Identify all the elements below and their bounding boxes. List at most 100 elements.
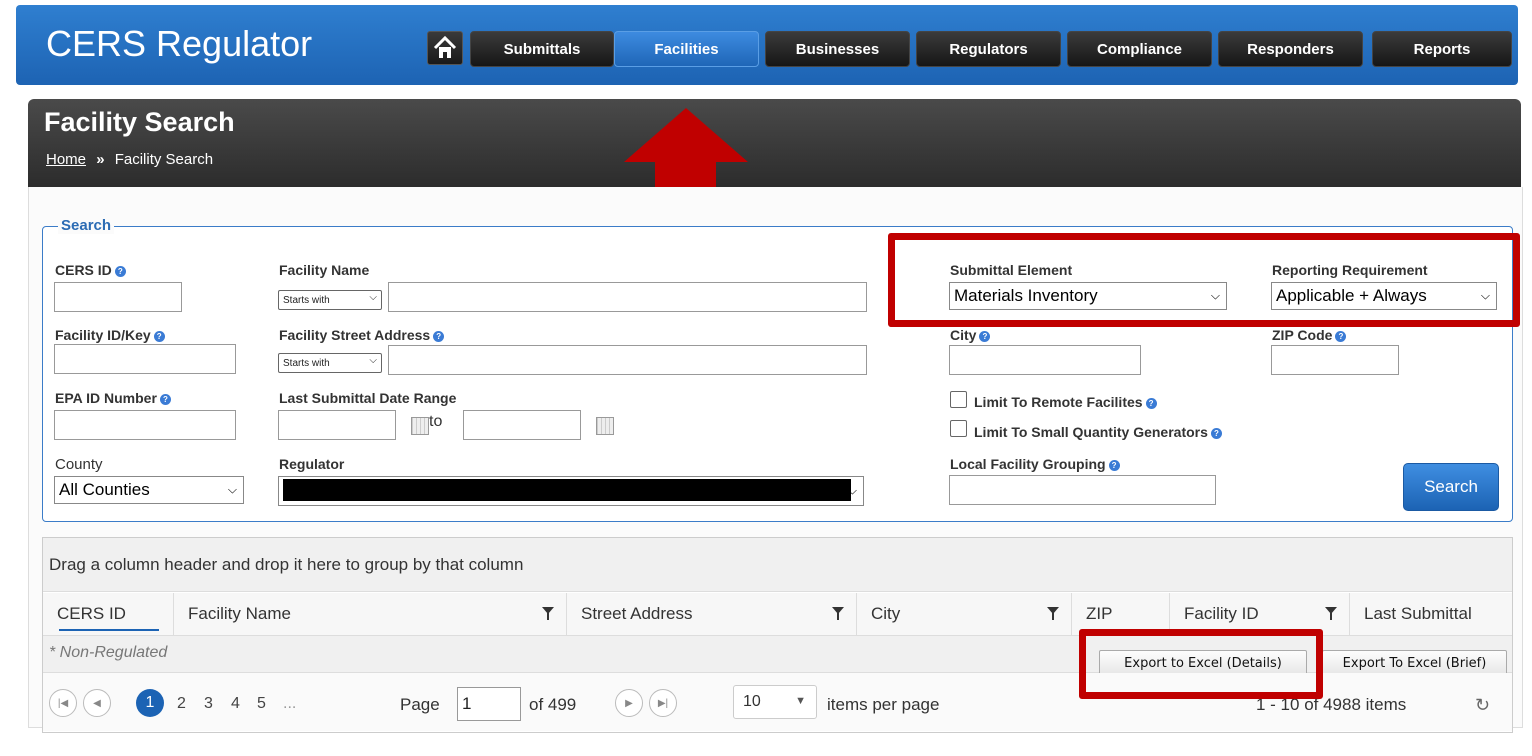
column-header-cers-id[interactable]: CERS ID [43,593,174,635]
help-icon[interactable]: ? [1145,398,1157,409]
page-label: Page [400,695,440,714]
help-icon[interactable]: ? [153,331,165,342]
column-header-facility-name[interactable]: Facility Name [174,593,567,635]
facility-name-match-select[interactable]: Starts with ⌵ [278,290,382,310]
street-address-label: Facility Street Address? [279,327,445,343]
nav-compliance[interactable]: Compliance [1067,31,1212,67]
help-icon[interactable]: ? [114,266,126,277]
page-button-active[interactable]: 1 [136,689,164,717]
column-header-label: Facility ID [1184,604,1259,623]
page-button[interactable]: 5 [257,695,266,713]
page-header: Facility Search Home » Facility Search [28,99,1521,187]
facility-key-label: Facility ID/Key? [55,327,165,343]
epa-id-label: EPA ID Number? [55,390,171,406]
search-legend: Search [58,217,115,234]
zip-code-label: ZIP Code? [1272,327,1347,343]
nav-regulators[interactable]: Regulators [916,31,1061,67]
filter-icon[interactable] [542,607,554,620]
more-pages-button[interactable]: ... [283,695,296,713]
breadcrumb-current: Facility Search [114,151,214,168]
items-per-page-select[interactable]: 10 ▼ [733,685,817,719]
column-header-city[interactable]: City [857,593,1072,635]
caret-down-icon: ▼ [795,695,806,707]
column-header-label: Last Submittal [1364,604,1472,623]
help-icon[interactable]: ? [433,331,445,342]
zip-code-input[interactable] [1271,345,1399,375]
nav-responders[interactable]: Responders [1218,31,1363,67]
facility-key-input[interactable] [54,344,236,374]
epa-id-input[interactable] [54,410,236,440]
sort-indicator [59,629,159,631]
facility-name-label: Facility Name [279,262,370,278]
remote-facilities-checkbox[interactable] [950,391,967,408]
nav-businesses[interactable]: Businesses [765,31,910,67]
top-navigation-bar: CERS Regulator Submittals Facilities Bus… [16,5,1518,85]
regulator-select[interactable]: ⌵ [278,476,864,506]
nav-facilities[interactable]: Facilities [614,31,759,67]
page-button[interactable]: 3 [204,695,213,713]
column-header-label: Facility Name [188,604,291,623]
calendar-icon[interactable] [411,417,429,435]
date-from-input[interactable] [278,410,396,440]
app-logo[interactable]: CERS Regulator [46,23,312,65]
filter-icon[interactable] [1325,607,1337,620]
help-icon[interactable]: ? [1210,428,1222,439]
street-address-input[interactable] [388,345,867,375]
refresh-icon[interactable]: ↻ [1475,695,1490,716]
cers-id-input[interactable] [54,282,182,312]
next-page-icon[interactable]: ▶ [615,689,643,717]
items-per-page-value: 10 [743,693,761,710]
county-selected-value: All Counties [59,480,150,499]
sqg-label: Limit To Small Quantity Generators? [974,424,1222,440]
home-icon [433,35,457,58]
facility-name-input[interactable] [388,282,867,312]
city-input[interactable] [949,345,1141,375]
help-icon[interactable]: ? [1108,460,1120,471]
city-label: City? [950,327,991,343]
local-grouping-input[interactable] [949,475,1216,505]
sqg-checkbox[interactable] [950,420,967,437]
highlight-box-filters [888,233,1520,327]
home-button[interactable] [427,31,463,65]
red-arrow-icon [624,108,748,162]
date-range-label: Last Submittal Date Range [279,390,457,406]
last-page-icon[interactable]: ▶| [649,689,677,717]
search-button[interactable]: Search [1403,463,1499,511]
highlight-box-export [1079,629,1323,699]
page-button[interactable]: 4 [231,695,240,713]
breadcrumb-home-link[interactable]: Home [46,151,86,168]
column-header-label: CERS ID [57,604,126,623]
column-header-label: ZIP [1086,604,1113,623]
name-match-value: Starts with [283,294,330,306]
date-to-label: to [429,413,443,430]
help-icon[interactable]: ? [979,331,991,342]
help-icon[interactable]: ? [159,394,171,405]
filter-icon[interactable] [1047,607,1059,620]
page-title: Facility Search [44,107,235,137]
page-button[interactable]: 2 [177,695,186,713]
street-match-value: Starts with [283,357,330,369]
column-header-last-submittal[interactable]: Last Submittal [1350,593,1512,635]
calendar-icon[interactable] [596,417,614,435]
previous-page-icon[interactable]: ◀ [83,689,111,717]
group-by-drop-area[interactable]: Drag a column header and drop it here to… [43,538,1512,592]
filter-icon[interactable] [832,607,844,620]
items-per-page-label: items per page [827,695,940,714]
breadcrumb-separator-icon: » [96,151,105,168]
column-header-street-address[interactable]: Street Address [567,593,857,635]
cers-id-label: CERS ID? [55,262,126,278]
help-icon[interactable]: ? [1335,331,1347,342]
column-header-label: Street Address [581,604,693,623]
nav-submittals[interactable]: Submittals [470,31,614,67]
local-grouping-label: Local Facility Grouping? [950,456,1120,472]
column-header-label: City [871,604,901,623]
first-page-icon[interactable]: |◀ [49,689,77,717]
page-number-input[interactable]: 1 [457,687,521,721]
chevron-down-icon: ⌵ [369,355,377,366]
redacted-value [283,479,851,501]
chevron-down-icon: ⌵ [227,482,237,497]
county-select[interactable]: All Counties ⌵ [54,476,244,504]
date-to-input[interactable] [463,410,581,440]
street-match-select[interactable]: Starts with ⌵ [278,353,382,373]
nav-reports[interactable]: Reports [1372,31,1512,67]
